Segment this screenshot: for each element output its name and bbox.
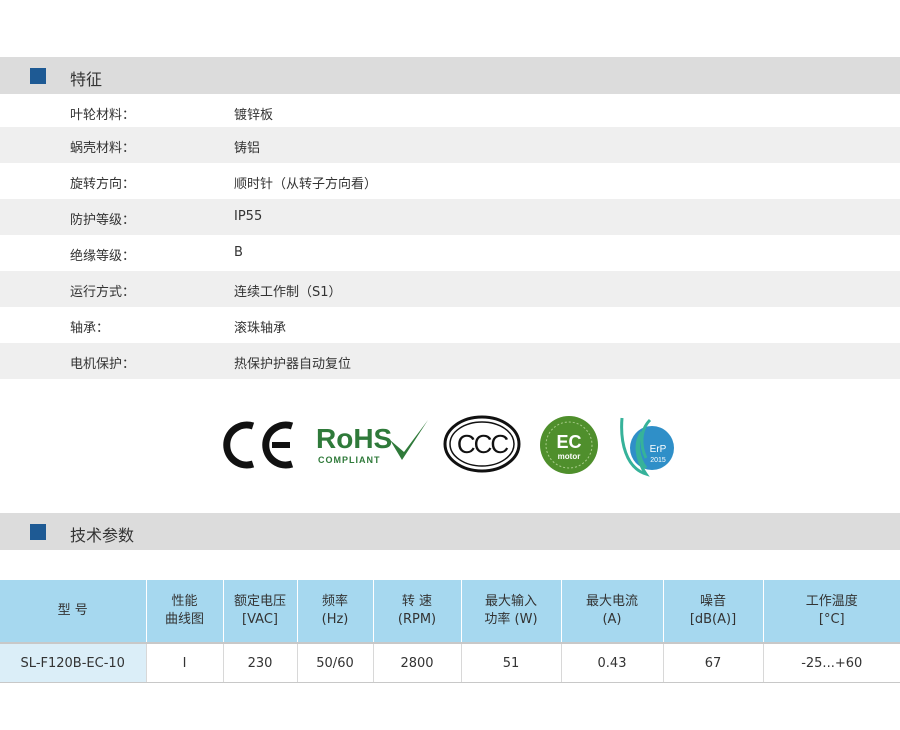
feature-row: 蜗壳材料： 铸铝 [0, 127, 900, 163]
feature-row: 叶轮材料： 镀锌板 [0, 94, 900, 130]
header-model: 型 号 [0, 580, 147, 642]
feature-value: 铸铝 [234, 141, 261, 156]
features-section-header: 特征 [0, 57, 900, 94]
feature-row: 绝缘等级： B [0, 235, 900, 271]
feature-row: 电机保护： 热保护护器自动复位 [0, 343, 900, 379]
ec-text: EC [556, 432, 581, 452]
header-frequency: 频率 (Hz) [297, 580, 374, 642]
feature-value: 滚珠轴承 [234, 321, 287, 336]
header-curve: 性能 曲线图 [146, 580, 224, 642]
features-title: 特征 [70, 70, 103, 89]
table-header-row: 型 号 性能 曲线图 额定电压 [VAC] 频率 (Hz) 转 速 (RPM) 最大输入… [0, 580, 900, 642]
feature-row: 防护等级： IP55 [0, 199, 900, 235]
header-speed: 转 速 (RPM) [373, 580, 462, 642]
ce-logo-icon [223, 421, 294, 469]
technical-spec-table: 型 号 性能 曲线图 额定电压 [VAC] 频率 (Hz) 转 速 (RPM) 最大输入… [0, 580, 900, 683]
feature-label: 电机保护： [70, 357, 136, 372]
certification-logos: RoHS COMPLIANT CCC EC motor ErP 2015 [220, 410, 690, 480]
section-marker-icon [30, 68, 46, 84]
erp-year-text: 2015 [650, 457, 666, 464]
cell-speed: 2800 [373, 644, 462, 683]
feature-label: 轴承： [70, 321, 110, 336]
feature-label: 叶轮材料： [70, 108, 136, 123]
technical-title: 技术参数 [70, 526, 135, 545]
feature-value: 连续工作制（S1） [234, 285, 342, 300]
cell-model: SL-F120B-EC-10 [0, 644, 147, 683]
feature-value: IP55 [234, 209, 263, 224]
header-power: 最大输入 功率 (W) [461, 580, 562, 642]
ccc-text: CCC [457, 429, 509, 459]
section-marker-icon [30, 524, 46, 540]
header-voltage: 额定电压 [VAC] [223, 580, 298, 642]
feature-row: 旋转方向： 顺时针（从转子方向看） [0, 163, 900, 199]
rohs-sub-text: COMPLIANT [318, 455, 381, 465]
cell-power: 51 [461, 644, 562, 683]
erp-text: ErP [650, 444, 667, 455]
rohs-text: RoHS [316, 423, 392, 454]
header-current: 最大电流 (A) [561, 580, 664, 642]
feature-label: 旋转方向： [70, 177, 136, 192]
feature-row: 运行方式： 连续工作制（S1） [0, 271, 900, 307]
cell-noise: 67 [663, 644, 764, 683]
feature-label: 蜗壳材料： [70, 141, 136, 156]
cell-curve[interactable]: I [146, 644, 224, 683]
feature-value: 顺时针（从转子方向看） [234, 177, 378, 192]
erp-logo-icon: ErP 2015 [620, 417, 674, 477]
ec-motor-logo-icon: EC motor [540, 416, 598, 474]
cell-frequency: 50/60 [297, 644, 374, 683]
feature-value: 热保护护器自动复位 [234, 357, 352, 372]
rohs-logo-icon: RoHS COMPLIANT [316, 420, 428, 465]
feature-value: B [234, 245, 243, 260]
ccc-logo-icon: CCC [443, 415, 521, 473]
ec-sub-text: motor [558, 452, 581, 461]
cell-voltage: 230 [223, 644, 298, 683]
feature-label: 绝缘等级： [70, 249, 136, 264]
cell-current: 0.43 [561, 644, 664, 683]
technical-section-header: 技术参数 [0, 513, 900, 550]
header-noise: 噪音 [dB(A)] [663, 580, 764, 642]
feature-label: 防护等级： [70, 213, 136, 228]
feature-label: 运行方式： [70, 285, 136, 300]
feature-value: 镀锌板 [234, 108, 274, 123]
table-row: SL-F120B-EC-10 I 230 50/60 2800 51 0.43 … [0, 644, 900, 683]
header-temperature: 工作温度 [°C] [763, 580, 900, 642]
cell-temperature: -25...+60 [763, 644, 900, 683]
feature-row: 轴承： 滚珠轴承 [0, 307, 900, 343]
